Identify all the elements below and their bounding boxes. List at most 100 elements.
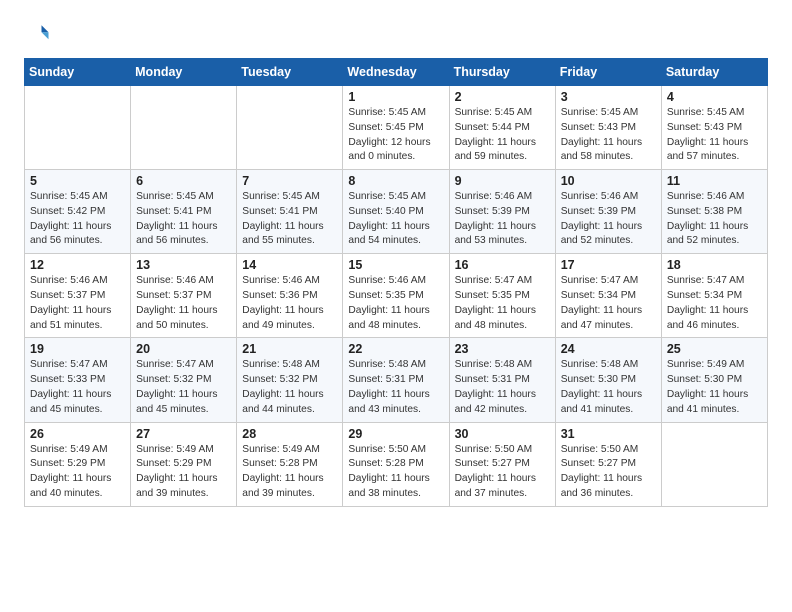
day-info: Sunrise: 5:46 AM Sunset: 5:36 PM Dayligh… — [242, 274, 337, 333]
day-info: Sunrise: 5:46 AM Sunset: 5:39 PM Dayligh… — [561, 190, 656, 249]
logo-icon — [24, 20, 52, 48]
day-info: Sunrise: 5:47 AM Sunset: 5:33 PM Dayligh… — [30, 358, 125, 417]
calendar-cell: 20 Sunrise: 5:47 AM Sunset: 5:32 PM Dayli… — [131, 338, 237, 422]
calendar-cell: 25 Sunrise: 5:49 AM Sunset: 5:30 PM Dayli… — [661, 338, 767, 422]
day-info: Sunrise: 5:48 AM Sunset: 5:31 PM Dayligh… — [455, 358, 550, 417]
calendar-cell: 17 Sunrise: 5:47 AM Sunset: 5:34 PM Dayli… — [555, 254, 661, 338]
day-info: Sunrise: 5:48 AM Sunset: 5:30 PM Dayligh… — [561, 358, 656, 417]
calendar-cell — [661, 422, 767, 506]
calendar-week-3: 12 Sunrise: 5:46 AM Sunset: 5:37 PM Dayli… — [25, 254, 768, 338]
page: SundayMondayTuesdayWednesdayThursdayFrid… — [0, 0, 792, 523]
day-number: 23 — [455, 342, 550, 356]
calendar-week-1: 1 Sunrise: 5:45 AM Sunset: 5:45 PM Daylig… — [25, 86, 768, 170]
calendar-cell: 26 Sunrise: 5:49 AM Sunset: 5:29 PM Dayli… — [25, 422, 131, 506]
day-info: Sunrise: 5:50 AM Sunset: 5:28 PM Dayligh… — [348, 443, 443, 502]
calendar-body: 1 Sunrise: 5:45 AM Sunset: 5:45 PM Daylig… — [25, 86, 768, 507]
calendar-cell: 18 Sunrise: 5:47 AM Sunset: 5:34 PM Dayli… — [661, 254, 767, 338]
calendar-cell: 5Sunrise: 5:45 AM Sunset: 5:42 PM Daylig… — [25, 170, 131, 254]
calendar-week-4: 19 Sunrise: 5:47 AM Sunset: 5:33 PM Dayli… — [25, 338, 768, 422]
day-number: 17 — [561, 258, 656, 272]
day-number: 20 — [136, 342, 231, 356]
calendar-cell: 12 Sunrise: 5:46 AM Sunset: 5:37 PM Dayli… — [25, 254, 131, 338]
calendar-header-sunday: Sunday — [25, 59, 131, 86]
calendar-cell: 16 Sunrise: 5:47 AM Sunset: 5:35 PM Dayli… — [449, 254, 555, 338]
day-number: 8 — [348, 174, 443, 188]
calendar-cell — [237, 86, 343, 170]
day-info: Sunrise: 5:45 AM Sunset: 5:43 PM Dayligh… — [561, 106, 656, 165]
day-info: Sunrise: 5:46 AM Sunset: 5:39 PM Dayligh… — [455, 190, 550, 249]
calendar-header-monday: Monday — [131, 59, 237, 86]
day-number: 1 — [348, 90, 443, 104]
day-info: Sunrise: 5:45 AM Sunset: 5:41 PM Dayligh… — [136, 190, 231, 249]
day-info: Sunrise: 5:45 AM Sunset: 5:40 PM Dayligh… — [348, 190, 443, 249]
day-number: 9 — [455, 174, 550, 188]
calendar-cell: 4 Sunrise: 5:45 AM Sunset: 5:43 PM Daylig… — [661, 86, 767, 170]
day-number: 25 — [667, 342, 762, 356]
calendar-cell: 3 Sunrise: 5:45 AM Sunset: 5:43 PM Daylig… — [555, 86, 661, 170]
day-info: Sunrise: 5:49 AM Sunset: 5:29 PM Dayligh… — [30, 443, 125, 502]
calendar-cell: 19 Sunrise: 5:47 AM Sunset: 5:33 PM Dayli… — [25, 338, 131, 422]
calendar-week-2: 5Sunrise: 5:45 AM Sunset: 5:42 PM Daylig… — [25, 170, 768, 254]
day-info: Sunrise: 5:47 AM Sunset: 5:35 PM Dayligh… — [455, 274, 550, 333]
day-number: 22 — [348, 342, 443, 356]
day-info: Sunrise: 5:45 AM Sunset: 5:43 PM Dayligh… — [667, 106, 762, 165]
day-info: Sunrise: 5:45 AM Sunset: 5:44 PM Dayligh… — [455, 106, 550, 165]
day-number: 4 — [667, 90, 762, 104]
calendar-cell: 6 Sunrise: 5:45 AM Sunset: 5:41 PM Daylig… — [131, 170, 237, 254]
day-info: Sunrise: 5:50 AM Sunset: 5:27 PM Dayligh… — [561, 443, 656, 502]
day-info: Sunrise: 5:46 AM Sunset: 5:37 PM Dayligh… — [30, 274, 125, 333]
calendar-cell: 31 Sunrise: 5:50 AM Sunset: 5:27 PM Dayli… — [555, 422, 661, 506]
calendar-cell — [25, 86, 131, 170]
day-number: 2 — [455, 90, 550, 104]
calendar-cell: 30 Sunrise: 5:50 AM Sunset: 5:27 PM Dayli… — [449, 422, 555, 506]
day-info: Sunrise: 5:48 AM Sunset: 5:32 PM Dayligh… — [242, 358, 337, 417]
day-info: Sunrise: 5:47 AM Sunset: 5:32 PM Dayligh… — [136, 358, 231, 417]
calendar-cell: 24 Sunrise: 5:48 AM Sunset: 5:30 PM Dayli… — [555, 338, 661, 422]
calendar-cell: 21 Sunrise: 5:48 AM Sunset: 5:32 PM Dayli… — [237, 338, 343, 422]
day-info: Sunrise: 5:46 AM Sunset: 5:35 PM Dayligh… — [348, 274, 443, 333]
calendar-cell — [131, 86, 237, 170]
calendar-cell: 10 Sunrise: 5:46 AM Sunset: 5:39 PM Dayli… — [555, 170, 661, 254]
day-info: Sunrise: 5:50 AM Sunset: 5:27 PM Dayligh… — [455, 443, 550, 502]
day-info: Sunrise: 5:49 AM Sunset: 5:28 PM Dayligh… — [242, 443, 337, 502]
calendar-cell: 14 Sunrise: 5:46 AM Sunset: 5:36 PM Dayli… — [237, 254, 343, 338]
day-info: Sunrise: 5:45 AM Sunset: 5:45 PM Dayligh… — [348, 106, 443, 165]
calendar-cell: 1 Sunrise: 5:45 AM Sunset: 5:45 PM Daylig… — [343, 86, 449, 170]
day-info: Sunrise: 5:47 AM Sunset: 5:34 PM Dayligh… — [667, 274, 762, 333]
calendar-cell: 27 Sunrise: 5:49 AM Sunset: 5:29 PM Dayli… — [131, 422, 237, 506]
day-number: 18 — [667, 258, 762, 272]
day-number: 14 — [242, 258, 337, 272]
day-number: 13 — [136, 258, 231, 272]
calendar-week-5: 26 Sunrise: 5:49 AM Sunset: 5:29 PM Dayli… — [25, 422, 768, 506]
day-number: 12 — [30, 258, 125, 272]
day-info: Sunrise: 5:47 AM Sunset: 5:34 PM Dayligh… — [561, 274, 656, 333]
calendar-cell: 23 Sunrise: 5:48 AM Sunset: 5:31 PM Dayli… — [449, 338, 555, 422]
day-number: 10 — [561, 174, 656, 188]
day-info: Sunrise: 5:49 AM Sunset: 5:29 PM Dayligh… — [136, 443, 231, 502]
day-number: 24 — [561, 342, 656, 356]
day-number: 15 — [348, 258, 443, 272]
day-number: 26 — [30, 427, 125, 441]
day-number: 19 — [30, 342, 125, 356]
day-number: 27 — [136, 427, 231, 441]
day-info: Sunrise: 5:48 AM Sunset: 5:31 PM Dayligh… — [348, 358, 443, 417]
day-info: Sunrise: 5:49 AM Sunset: 5:30 PM Dayligh… — [667, 358, 762, 417]
day-info: Sunrise: 5:45 AM Sunset: 5:41 PM Dayligh… — [242, 190, 337, 249]
calendar-header-row: SundayMondayTuesdayWednesdayThursdayFrid… — [25, 59, 768, 86]
calendar-header-friday: Friday — [555, 59, 661, 86]
day-number: 28 — [242, 427, 337, 441]
day-number: 29 — [348, 427, 443, 441]
calendar-header-tuesday: Tuesday — [237, 59, 343, 86]
day-number: 6 — [136, 174, 231, 188]
header — [24, 20, 768, 48]
day-number: 3 — [561, 90, 656, 104]
day-number: 16 — [455, 258, 550, 272]
calendar-cell: 22 Sunrise: 5:48 AM Sunset: 5:31 PM Dayli… — [343, 338, 449, 422]
calendar-cell: 2 Sunrise: 5:45 AM Sunset: 5:44 PM Daylig… — [449, 86, 555, 170]
calendar-cell: 29 Sunrise: 5:50 AM Sunset: 5:28 PM Dayli… — [343, 422, 449, 506]
day-number: 30 — [455, 427, 550, 441]
calendar-header-thursday: Thursday — [449, 59, 555, 86]
day-number: 21 — [242, 342, 337, 356]
calendar-cell: 9 Sunrise: 5:46 AM Sunset: 5:39 PM Daylig… — [449, 170, 555, 254]
day-number: 31 — [561, 427, 656, 441]
